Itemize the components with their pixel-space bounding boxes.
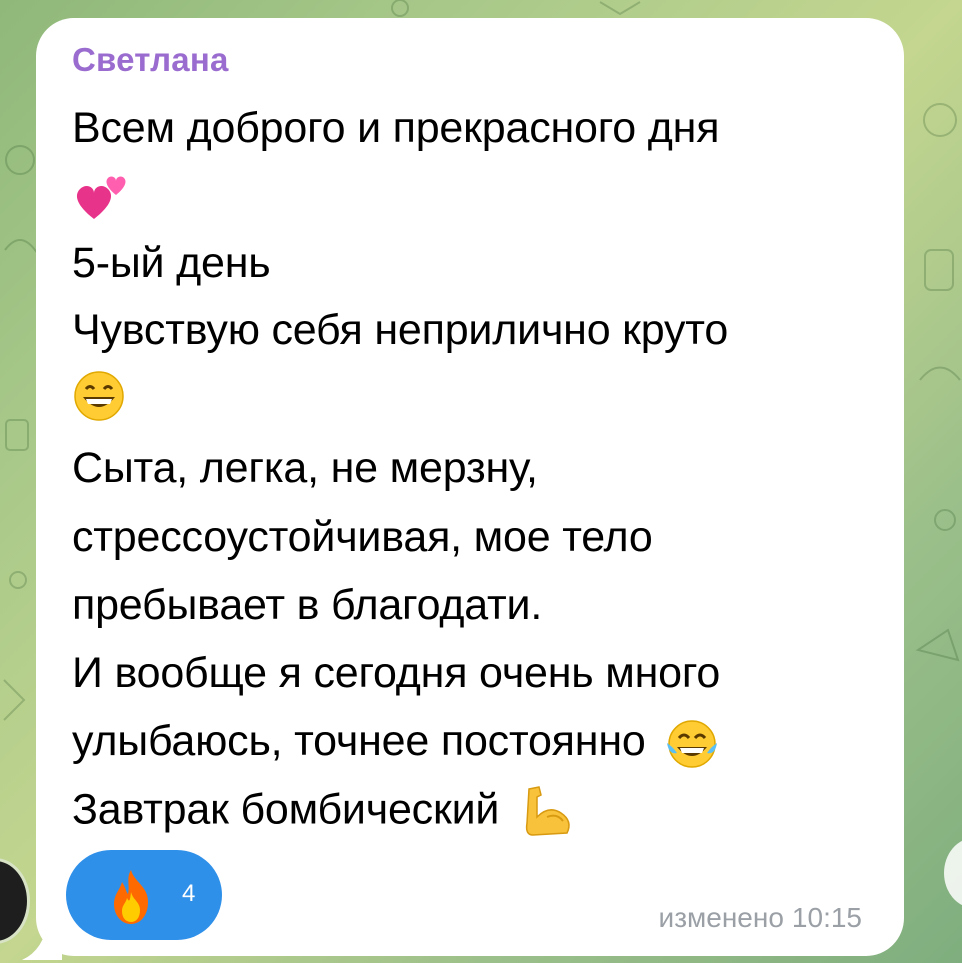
message-line: стрессоустойчивая, мое тело xyxy=(72,513,653,561)
flexed-biceps-icon xyxy=(525,786,570,836)
message-line: Сыта, легка, не мерзну, xyxy=(72,444,538,492)
edited-label: изменено xyxy=(658,902,784,933)
tears-of-joy-icon xyxy=(667,719,718,768)
sender-name[interactable]: Светлана xyxy=(72,41,229,79)
bubble-tail xyxy=(22,920,62,960)
message-line: Завтрак бомбический xyxy=(72,783,579,841)
message-time: 10:15 xyxy=(791,902,862,933)
message-line: Чувствую себя неприлично круто xyxy=(72,306,729,354)
message-line-text: Завтрак бомбический xyxy=(72,785,500,834)
message-line: И вообще я сегодня очень много xyxy=(72,649,721,697)
message-meta: изменено 10:15 xyxy=(659,902,870,934)
message-line: улыбаюсь, точнее постоянно xyxy=(72,716,721,771)
message-line: 5-ый день xyxy=(72,239,271,287)
message-line-emoji-row xyxy=(72,368,126,423)
message-line-text: улыбаюсь, точнее постоянно xyxy=(72,717,646,765)
message-line: Всем доброго и прекрасного дня xyxy=(72,104,720,152)
two-hearts-icon xyxy=(76,176,126,219)
reaction-button[interactable]: 4 xyxy=(66,850,222,940)
reaction-count: 4 xyxy=(182,880,196,907)
message-line-emoji-row xyxy=(72,165,132,225)
fire-icon xyxy=(114,870,148,924)
grinning-face-icon xyxy=(74,370,124,421)
message-line: пребывает в благодати. xyxy=(72,581,543,629)
scroll-down-button[interactable] xyxy=(944,838,962,908)
